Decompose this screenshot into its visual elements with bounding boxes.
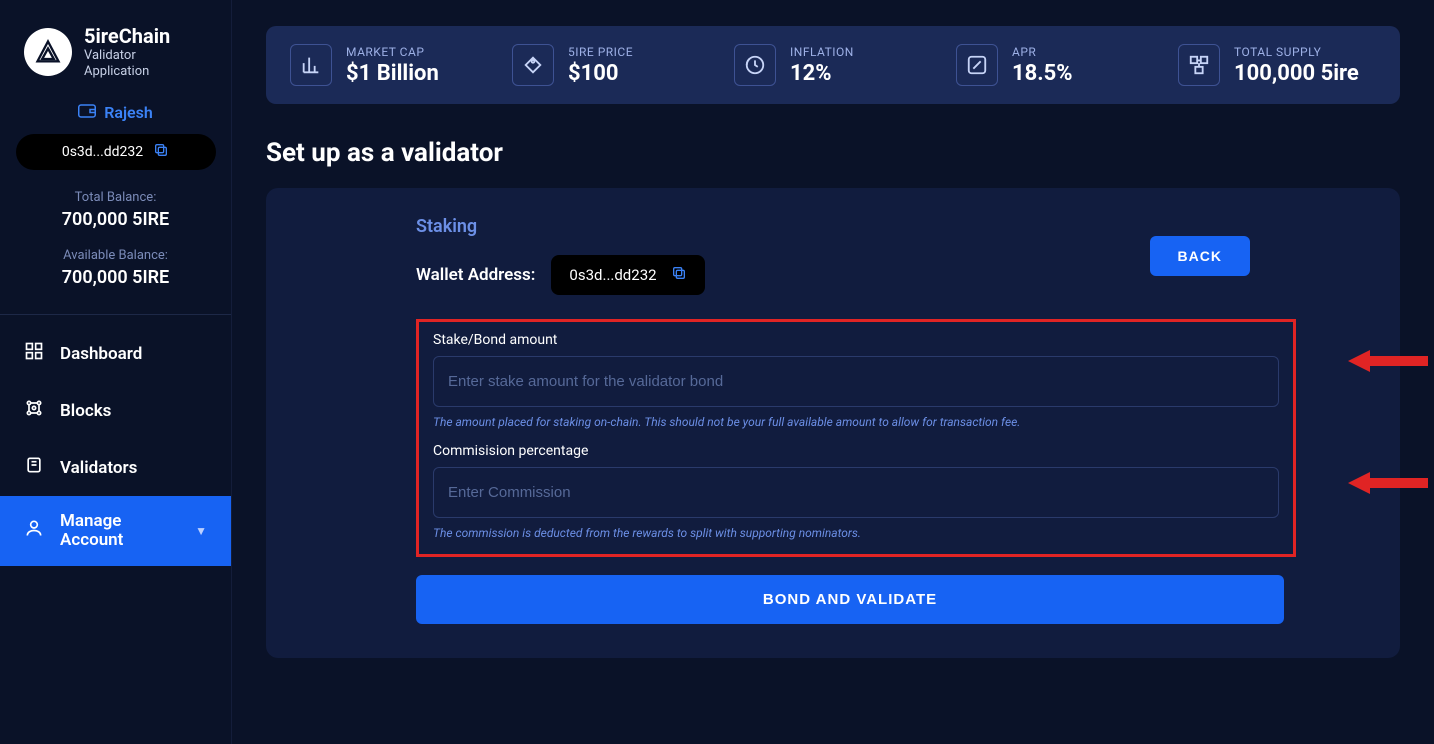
staking-heading: Staking [416, 216, 705, 237]
marketcap-icon [290, 44, 332, 86]
validators-icon [24, 455, 44, 480]
stat-apr: APR 18.5% [956, 44, 1154, 86]
brand-subtitle-1: Validator [84, 48, 170, 64]
stake-amount-help: The amount placed for staking on-chain. … [433, 415, 1279, 429]
stat-label: TOTAL SUPPLY [1234, 45, 1359, 59]
sidebar-item-label-line2: Account [60, 531, 123, 550]
brand-title: 5ireChain [84, 24, 170, 48]
sidebar-item-label: Validators [60, 458, 137, 478]
stat-value: 12% [790, 61, 854, 86]
wallet-label: Wallet Address: [416, 265, 535, 285]
available-balance-value: 700,000 5IRE [0, 267, 231, 288]
stake-amount-input[interactable] [433, 356, 1279, 407]
address-pill[interactable]: 0s3d...dd232 [16, 134, 216, 170]
highlighted-form-area: Stake/Bond amount The amount placed for … [416, 319, 1296, 557]
blocks-icon [24, 398, 44, 423]
stat-marketcap: MARKET CAP $1 Billion [290, 44, 488, 86]
stat-value: 18.5% [1012, 61, 1073, 86]
stat-price: 5IRE PRICE $100 [512, 44, 710, 86]
address-text: 0s3d...dd232 [62, 144, 143, 160]
sidebar: 5ireChain Validator Application Rajesh 0… [0, 0, 232, 744]
staking-card: Staking Wallet Address: 0s3d...dd232 BAC… [266, 188, 1400, 658]
wallet-address-pill[interactable]: 0s3d...dd232 [551, 255, 704, 295]
sidebar-item-dashboard[interactable]: Dashboard [0, 325, 231, 382]
stat-value: $1 Billion [346, 61, 439, 86]
sidebar-item-manage-account[interactable]: Manage Account ▼ [0, 496, 231, 565]
user-row[interactable]: Rajesh [0, 103, 231, 122]
sidebar-item-blocks[interactable]: Blocks [0, 382, 231, 439]
commission-help: The commission is deducted from the rewa… [433, 526, 1279, 540]
stat-label: APR [1012, 45, 1073, 59]
sidebar-item-label: Dashboard [60, 344, 142, 364]
stat-label: 5IRE PRICE [568, 45, 633, 59]
chevron-down-icon: ▼ [195, 524, 207, 538]
account-icon [24, 518, 44, 543]
stake-amount-label: Stake/Bond amount [433, 332, 1279, 348]
copy-icon[interactable] [153, 142, 169, 162]
brand-logo-icon [24, 28, 72, 76]
supply-icon [1178, 44, 1220, 86]
copy-icon[interactable] [671, 265, 687, 285]
sidebar-item-label: Blocks [60, 401, 111, 421]
annotation-arrow-icon [1348, 348, 1428, 374]
commission-label: Commisision percentage [433, 443, 1279, 459]
commission-input[interactable] [433, 467, 1279, 518]
wallet-icon [78, 103, 96, 122]
annotation-arrow-icon [1348, 470, 1428, 496]
available-balance-label: Available Balance: [0, 248, 231, 263]
stat-supply: TOTAL SUPPLY 100,000 5ire [1178, 44, 1376, 86]
main-content: MARKET CAP $1 Billion 5IRE PRICE $100 [232, 0, 1434, 744]
total-balance: Total Balance: 700,000 5IRE [0, 190, 231, 230]
wallet-address-row: Wallet Address: 0s3d...dd232 [416, 255, 705, 295]
total-balance-label: Total Balance: [0, 190, 231, 205]
brand-subtitle-2: Application [84, 64, 170, 80]
sidebar-item-label-line1: Manage [60, 512, 123, 531]
sidebar-item-validators[interactable]: Validators [0, 439, 231, 496]
brand-block: 5ireChain Validator Application [0, 0, 231, 91]
nav-divider [0, 314, 231, 315]
stat-label: INFLATION [790, 45, 854, 59]
apr-icon [956, 44, 998, 86]
dashboard-icon [24, 341, 44, 366]
bond-and-validate-button[interactable]: BOND AND VALIDATE [416, 575, 1284, 624]
stat-value: 100,000 5ire [1234, 61, 1359, 86]
available-balance: Available Balance: 700,000 5IRE [0, 248, 231, 288]
back-button[interactable]: BACK [1150, 236, 1250, 276]
page-title: Set up as a validator [266, 138, 1400, 168]
wallet-address-text: 0s3d...dd232 [569, 266, 656, 284]
user-name: Rajesh [104, 103, 153, 122]
inflation-icon [734, 44, 776, 86]
stat-inflation: INFLATION 12% [734, 44, 932, 86]
stats-bar: MARKET CAP $1 Billion 5IRE PRICE $100 [266, 26, 1400, 104]
price-icon [512, 44, 554, 86]
stat-value: $100 [568, 61, 633, 86]
stat-label: MARKET CAP [346, 45, 439, 59]
total-balance-value: 700,000 5IRE [0, 209, 231, 230]
